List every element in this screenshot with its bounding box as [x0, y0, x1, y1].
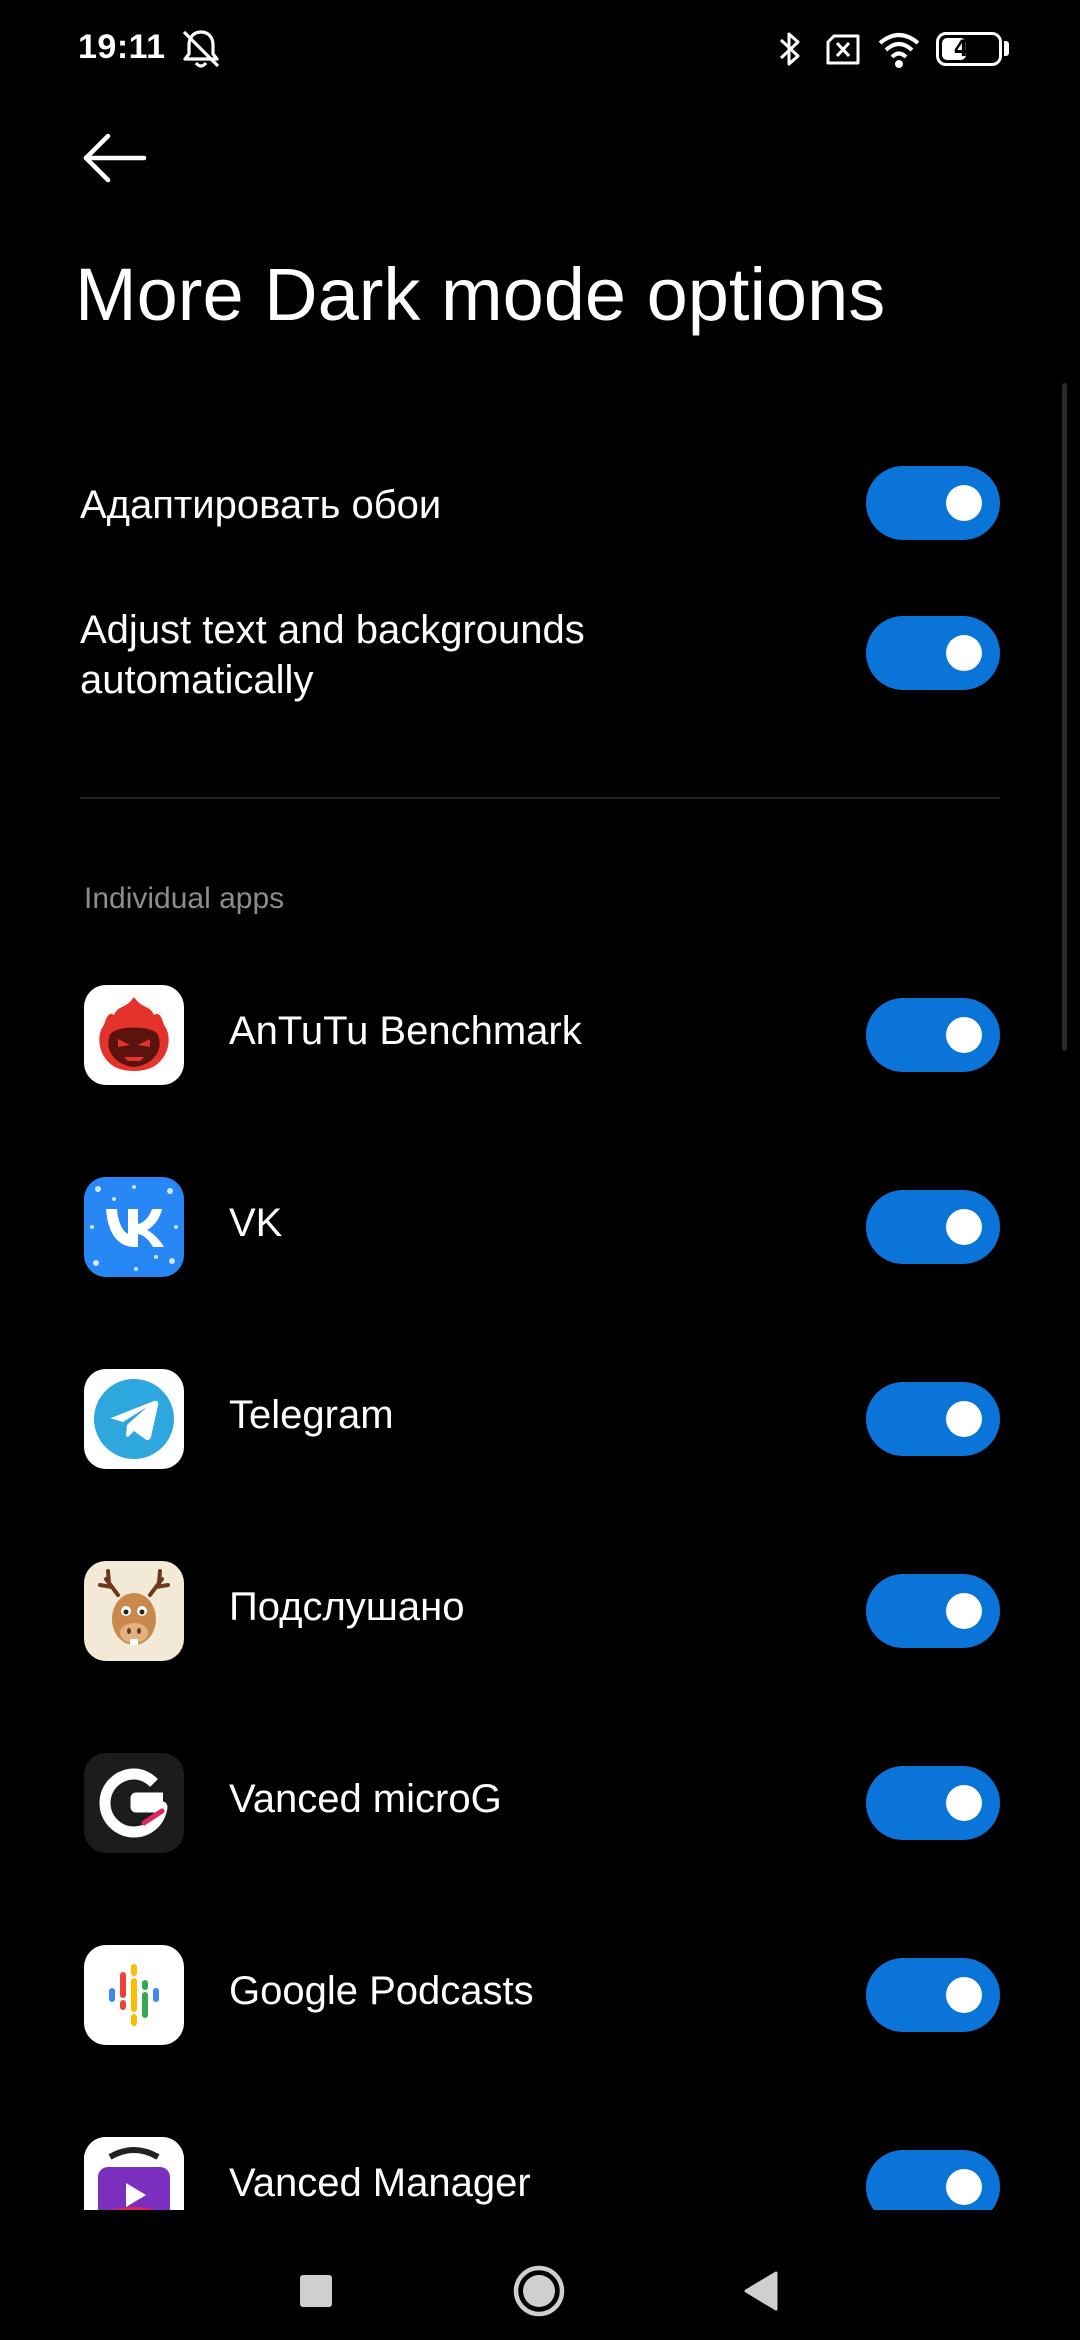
app-row-podslushano[interactable]: Подслушано [0, 1561, 1080, 1661]
adjust-text-label-line1: Adjust text and backgrounds [80, 608, 585, 652]
status-time: 19:11 [78, 28, 166, 66]
adapt-wallpaper-label: Адаптировать обои [80, 483, 442, 527]
toggle-knob [946, 1593, 982, 1629]
app-name-telegram: Telegram [229, 1393, 394, 1437]
app-name-vanced-microg: Vanced microG [229, 1777, 502, 1821]
app-name-antutu: AnTuTu Benchmark [229, 1009, 582, 1053]
back-arrow-button[interactable] [78, 128, 154, 188]
status-bar: 19:11 44 [0, 0, 1080, 100]
toggle-knob [946, 1017, 982, 1053]
toggle-knob [946, 1977, 982, 2013]
app-name-google-podcasts: Google Podcasts [229, 1969, 534, 2013]
telegram-icon [84, 1369, 184, 1469]
google-podcasts-icon [84, 1945, 184, 2045]
app-row-google-podcasts[interactable]: Google Podcasts [0, 1945, 1080, 2045]
dark-mode-options-screen: 19:11 44 More Dark mode options Адаптиро… [0, 0, 1080, 2340]
antutu-icon [84, 985, 184, 1085]
app-row-telegram[interactable]: Telegram [0, 1369, 1080, 1469]
adjust-text-toggle[interactable] [866, 616, 1000, 690]
google-podcasts-dark-mode-toggle[interactable] [866, 1958, 1000, 2032]
silent-bell-icon [182, 30, 220, 68]
adjust-text-label: Adjust text and backgrounds automaticall… [80, 605, 585, 705]
telegram-dark-mode-toggle[interactable] [866, 1382, 1000, 1456]
scrollbar[interactable] [1062, 383, 1067, 1051]
vk-dark-mode-toggle[interactable] [866, 1190, 1000, 1264]
vanced-microg-dark-mode-toggle[interactable] [866, 1766, 1000, 1840]
app-row-vk[interactable]: VK [0, 1177, 1080, 1277]
adapt-wallpaper-toggle[interactable] [866, 466, 1000, 540]
app-row-vanced-manager[interactable]: Vanced Manager [0, 2137, 1080, 2210]
toggle-knob [946, 1785, 982, 1821]
wifi-icon [878, 33, 920, 68]
podslushano-dark-mode-toggle[interactable] [866, 1574, 1000, 1648]
app-list-clip: Vanced Manager [0, 2100, 1080, 2210]
vanced-manager-icon [84, 2137, 184, 2210]
page-title: More Dark mode options [75, 253, 886, 336]
battery-cap [1004, 41, 1009, 56]
sim-missing-icon [826, 34, 860, 65]
app-row-vanced-microg[interactable]: Vanced microG [0, 1753, 1080, 1853]
toggle-knob [946, 485, 982, 521]
section-header-individual-apps: Individual apps [84, 882, 285, 915]
app-name-vk: VK [229, 1201, 283, 1245]
app-row-antutu[interactable]: AnTuTu Benchmark [0, 985, 1080, 1085]
toggle-knob [946, 1401, 982, 1437]
antutu-dark-mode-toggle[interactable] [866, 998, 1000, 1072]
vanced-microg-icon [84, 1753, 184, 1853]
podslushano-moose-icon [84, 1561, 184, 1661]
toggle-knob [946, 635, 982, 671]
battery-level: 44 [953, 36, 985, 62]
vk-icon [84, 1177, 184, 1277]
home-circle-icon[interactable] [512, 2264, 566, 2318]
recents-square-icon[interactable] [299, 2274, 333, 2308]
bluetooth-icon [779, 32, 800, 66]
back-triangle-icon[interactable] [742, 2270, 780, 2312]
divider [80, 797, 1000, 799]
battery-icon: 44 [936, 32, 1002, 66]
app-name-vanced-manager: Vanced Manager [229, 2161, 531, 2205]
navigation-bar [0, 2210, 1080, 2340]
toggle-knob [946, 2169, 982, 2205]
adjust-text-label-line2: automatically [80, 658, 314, 702]
vanced-manager-dark-mode-toggle[interactable] [866, 2150, 1000, 2210]
toggle-knob [946, 1209, 982, 1245]
app-name-podslushano: Подслушано [229, 1585, 465, 1629]
